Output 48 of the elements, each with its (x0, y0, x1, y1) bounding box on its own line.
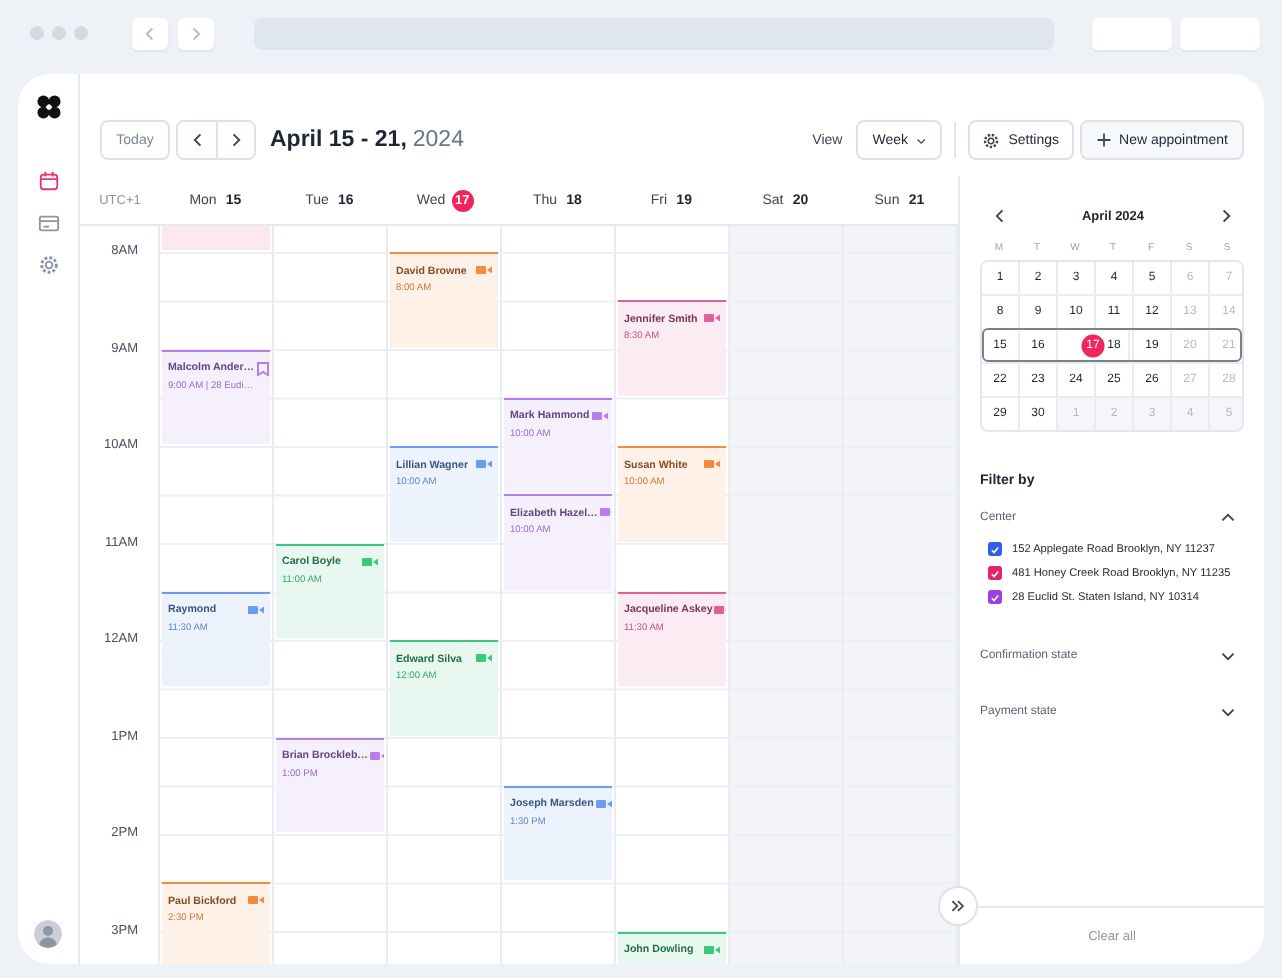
settings-icon (982, 131, 1001, 149)
chevron-left-icon (992, 208, 1008, 224)
card-icon (37, 211, 59, 233)
chevron-down-icon (1220, 704, 1236, 720)
collapse-button[interactable] (938, 886, 978, 926)
forward-button[interactable] (178, 17, 214, 49)
settings-icon (37, 253, 59, 275)
date-range-title: April 15 - 21, (270, 128, 407, 152)
checkbox[interactable] (988, 542, 1002, 556)
video-camera-icon (248, 603, 264, 618)
checkbox[interactable] (988, 566, 1002, 580)
chevron-left-icon (142, 25, 158, 41)
nav-button[interactable] (34, 210, 62, 234)
chevron-right-icon (228, 132, 244, 148)
video-camera-icon (599, 506, 612, 521)
calendar-icon (37, 169, 59, 191)
video-camera-icon (362, 555, 378, 569)
video-camera-icon (714, 603, 726, 618)
double-chevron-icon (950, 898, 966, 914)
video-camera-icon (476, 652, 492, 666)
window-control-dot[interactable] (74, 26, 88, 40)
window-control-dot[interactable] (52, 26, 66, 40)
video-camera-icon (595, 797, 612, 812)
chevron-down-icon (916, 133, 927, 147)
video-camera-icon (704, 943, 720, 957)
plus-icon (1095, 132, 1112, 148)
logo-icon (35, 94, 61, 120)
chevron-down-icon (1220, 648, 1236, 664)
video-camera-icon (369, 749, 384, 763)
nav-button[interactable] (34, 168, 62, 192)
video-camera-icon (476, 458, 492, 472)
video-camera-icon (704, 458, 720, 472)
chevron-right-icon (188, 25, 204, 41)
video-camera-icon (248, 894, 264, 909)
video-camera-icon (591, 409, 608, 424)
bookmark-icon (256, 361, 270, 375)
window-control-dot[interactable] (30, 26, 44, 40)
avatar-icon (34, 920, 62, 948)
video-camera-icon (704, 312, 720, 327)
chevron-up-icon (1220, 510, 1236, 526)
year-label: 2024 (412, 128, 464, 152)
chevron-right-icon (1217, 208, 1234, 224)
back-button[interactable] (132, 17, 168, 49)
chevron-left-icon (189, 132, 205, 148)
nav-button[interactable] (34, 252, 62, 276)
video-camera-icon (476, 264, 492, 278)
next-button[interactable] (216, 122, 254, 158)
checkbox[interactable] (988, 590, 1002, 604)
